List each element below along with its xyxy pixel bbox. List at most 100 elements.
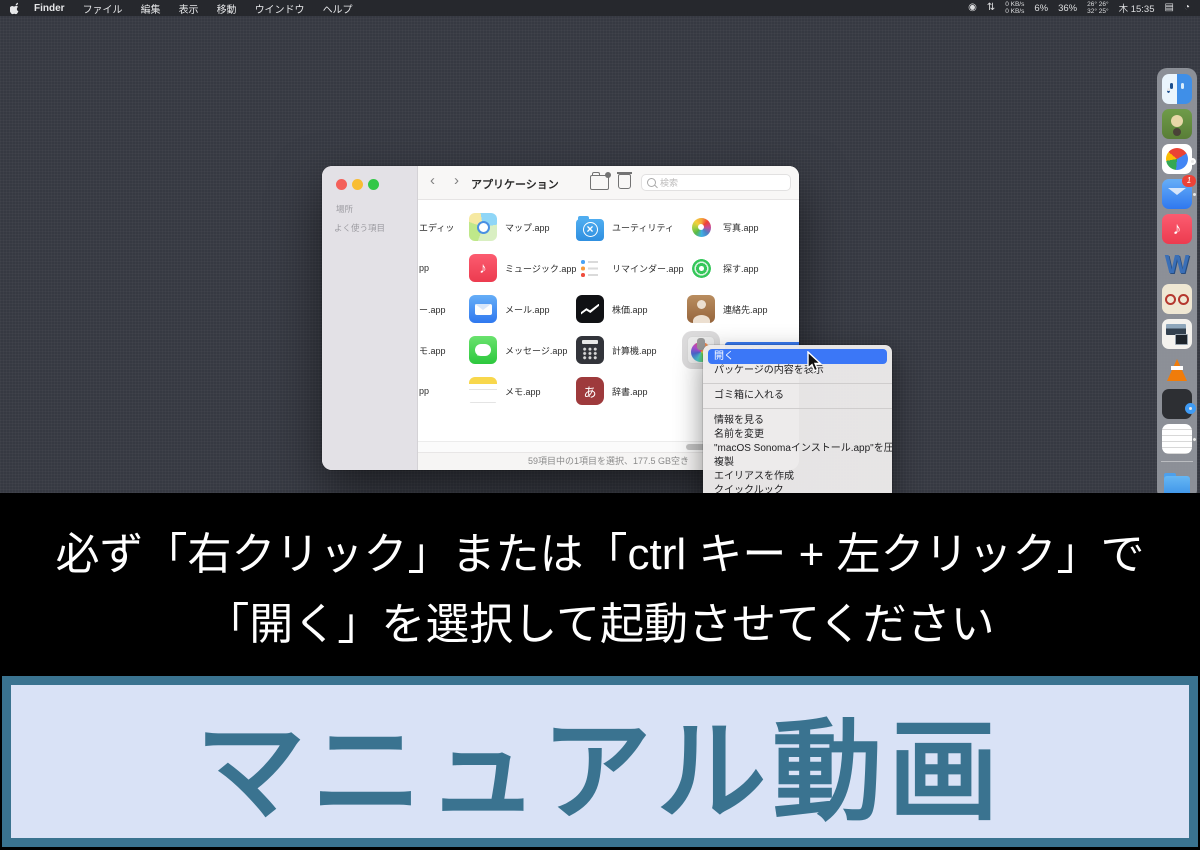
mouse-cursor — [806, 351, 823, 373]
app-icon — [576, 219, 604, 241]
dock-quicktime-icon[interactable] — [1162, 389, 1192, 419]
app-icon — [687, 213, 715, 241]
file-label: メッセージ.app — [505, 344, 567, 357]
file-label-clipped[interactable]: pp — [419, 254, 454, 282]
file-utilities[interactable]: ユーティリティ — [576, 213, 684, 241]
close-button[interactable] — [336, 179, 347, 190]
file-label: 探す.app — [723, 262, 759, 275]
context-item-quick-look[interactable]: クイックルック — [703, 484, 892, 493]
file-label: 連絡先.app — [723, 303, 768, 316]
file-calculator[interactable]: 計算機.app — [576, 336, 684, 364]
dock-music-icon[interactable] — [1162, 214, 1192, 244]
context-item-open[interactable]: 開く — [708, 349, 887, 364]
menu-bar-status: ◉ ⇅ 0 KB/s 0 KB/s 6% 36% 26° 26° 32° 25°… — [968, 0, 1190, 16]
file-maps[interactable]: マップ.app — [469, 213, 576, 241]
context-item-get-info[interactable]: 情報を見る — [703, 414, 892, 428]
dock: 1 — [1157, 68, 1197, 493]
cpu-usage[interactable]: 6% — [1034, 3, 1048, 14]
menu-bar: Finderファイル編集表示移動ウインドウヘルプ ◉ ⇅ 0 KB/s 0 KB… — [0, 0, 1200, 16]
search-icon — [647, 178, 656, 187]
finder-toolbar: ‹ › アプリケーション — [418, 166, 799, 200]
file-label-clipped[interactable]: モ.app — [419, 336, 454, 364]
forward-button[interactable]: › — [454, 171, 459, 191]
dock-mail-icon[interactable]: 1 — [1162, 179, 1192, 209]
search-input[interactable] — [660, 178, 785, 188]
menu-go[interactable]: 移動 — [208, 1, 246, 16]
apple-logo-icon[interactable] — [10, 2, 21, 15]
dock-finder-icon[interactable] — [1162, 74, 1192, 104]
desktop-wallpaper: Finderファイル編集表示移動ウインドウヘルプ ◉ ⇅ 0 KB/s 0 KB… — [0, 0, 1200, 493]
menu-view[interactable]: 表示 — [170, 1, 208, 16]
app-icon — [687, 295, 715, 323]
file-label: 写真.app — [723, 221, 759, 234]
menu-edit[interactable]: 編集 — [132, 1, 170, 16]
file-messages[interactable]: メッセージ.app — [469, 336, 576, 364]
file-label: マップ.app — [505, 221, 550, 234]
context-item-move-to-trash[interactable]: ゴミ箱に入れる — [703, 389, 892, 403]
battery-percent[interactable]: 36% — [1058, 3, 1077, 14]
file-label-clipped[interactable]: エディッ — [419, 213, 454, 241]
context-item-duplicate[interactable]: 複製 — [703, 456, 892, 470]
dock-separator[interactable] — [1161, 461, 1193, 462]
file-findmy[interactable]: 探す.app — [687, 254, 799, 282]
context-item-compress[interactable]: "macOS Sonomaインストール.app"を圧縮 — [703, 442, 892, 456]
screen-record-icon[interactable]: ◉ — [968, 0, 977, 16]
file-label-clipped[interactable]: ー.app — [419, 295, 454, 323]
menu-bar-clock[interactable]: 木 15:35 — [1119, 1, 1155, 15]
file-mail[interactable]: メール.app — [469, 295, 576, 323]
weather-temps[interactable]: 26° 26° 32° 25° — [1087, 1, 1108, 15]
file-stocks[interactable]: 株価.app — [576, 295, 684, 323]
file-label: リマインダー.app — [612, 262, 684, 275]
dock-preview-icon[interactable] — [1162, 319, 1192, 349]
dock-chrome-icon[interactable] — [1162, 144, 1192, 174]
file-photos[interactable]: 写真.app — [687, 213, 799, 241]
dock-word-icon[interactable] — [1162, 249, 1192, 279]
new-folder-icon[interactable] — [590, 175, 609, 190]
dock-downloads-folder-icon[interactable] — [1162, 469, 1192, 493]
file-label: ユーティリティ — [612, 221, 674, 234]
file-label: 計算機.app — [612, 344, 657, 357]
context-divider[interactable] — [703, 383, 892, 384]
menu-finder[interactable]: Finder — [25, 3, 74, 14]
context-menu: 開くパッケージの内容を表示ゴミ箱に入れる情報を見る名前を変更"macOS Son… — [703, 345, 892, 493]
search-field[interactable] — [641, 174, 791, 191]
menu-window[interactable]: ウインドウ — [246, 1, 314, 16]
app-icon — [576, 377, 604, 405]
file-dictionary[interactable]: 辞書.app — [576, 377, 684, 405]
dock-game-icon[interactable] — [1162, 109, 1192, 139]
dock-textedit-icon[interactable] — [1162, 424, 1192, 454]
screen: Finderファイル編集表示移動ウインドウヘルプ ◉ ⇅ 0 KB/s 0 KB… — [0, 0, 1200, 850]
app-icon — [469, 254, 497, 282]
dock-reader-icon[interactable] — [1162, 284, 1192, 314]
zoom-button[interactable] — [368, 179, 379, 190]
context-item-make-alias[interactable]: エイリアスを作成 — [703, 470, 892, 484]
file-label: メモ.app — [505, 385, 541, 398]
caption-line-2: 「開く」を選択して起動させてください — [205, 588, 994, 652]
network-speed[interactable]: 0 KB/s 0 KB/s — [1005, 1, 1024, 15]
back-button[interactable]: ‹ — [430, 171, 435, 191]
trash-icon[interactable] — [618, 174, 631, 189]
context-item-rename[interactable]: 名前を変更 — [703, 428, 892, 442]
file-notes[interactable]: メモ.app — [469, 377, 576, 405]
file-label: メール.app — [505, 303, 550, 316]
file-reminders[interactable]: リマインダー.app — [576, 254, 684, 282]
dock-vlc-icon[interactable] — [1162, 354, 1192, 384]
file-contacts[interactable]: 連絡先.app — [687, 295, 799, 323]
banner-title: マニュアル動画 — [196, 682, 1005, 842]
minimize-button[interactable] — [352, 179, 363, 190]
finder-sidebar: 場所 よく使う項目 — [322, 166, 418, 470]
badge: 1 — [1182, 175, 1196, 187]
app-icon — [469, 213, 497, 241]
file-column-2: ユーティリティ リマインダー.app 株価.app 計算機.app — [576, 213, 684, 418]
menu-help[interactable]: ヘルプ — [314, 1, 362, 16]
context-item-show-package-contents[interactable]: パッケージの内容を表示 — [703, 364, 892, 378]
file-label-clipped[interactable]: pp — [419, 377, 454, 405]
display-icon[interactable]: ▤ — [1165, 0, 1174, 16]
file-music[interactable]: ミュージック.app — [469, 254, 576, 282]
network-arrows-icon[interactable]: ⇅ — [987, 0, 995, 16]
control-center-icon[interactable]: ◔ — [1184, 0, 1190, 16]
context-divider[interactable] — [703, 408, 892, 409]
file-label: 辞書.app — [612, 385, 648, 398]
app-icon — [576, 295, 604, 323]
menu-file[interactable]: ファイル — [74, 1, 132, 16]
